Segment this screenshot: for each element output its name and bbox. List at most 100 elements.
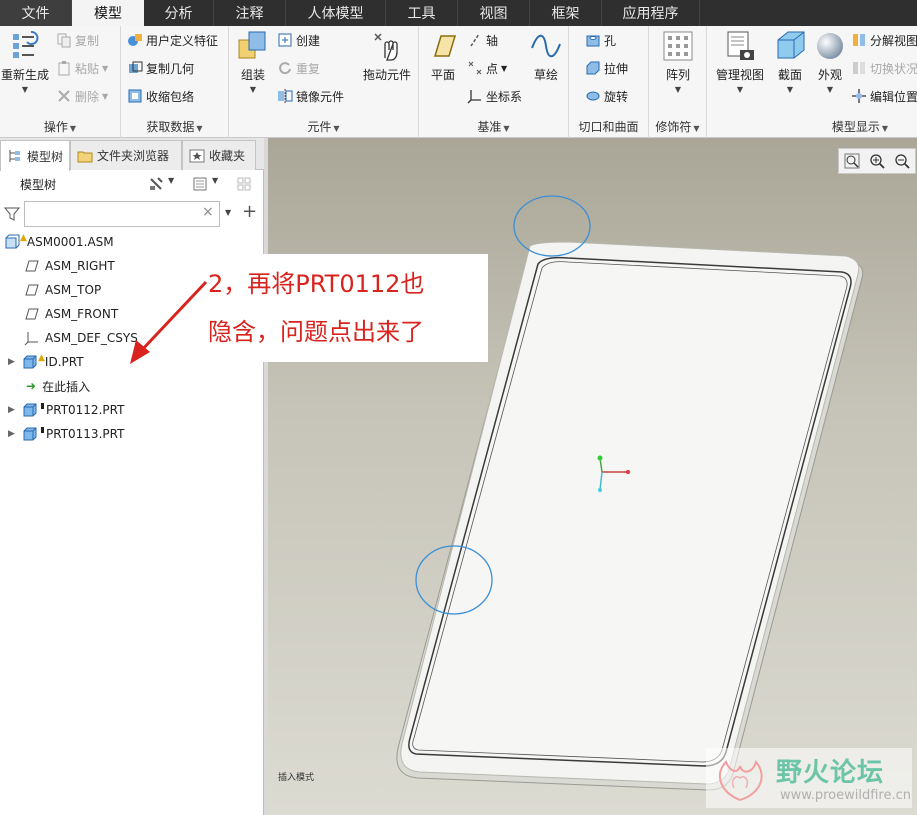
annotation-callout: 2，再将PRT0112也 隐含，问题点出来了 <box>198 254 488 362</box>
explode-view-button[interactable]: 分解视图 <box>851 28 917 52</box>
tab-favorites[interactable]: 收藏夹 <box>182 140 256 170</box>
refit-icon[interactable] <box>844 153 860 169</box>
tree-item-root[interactable]: ▲ ASM0001.ASM <box>4 230 114 254</box>
paste-label: 粘贴 <box>75 61 100 76</box>
group-operations-label[interactable]: 操作 ▼ <box>0 118 120 136</box>
zoom-in-icon[interactable] <box>869 153 885 169</box>
section-label: 截面 <box>777 68 802 82</box>
tab-file[interactable]: 文件 <box>0 0 72 26</box>
tree-item-id-prt[interactable]: ▶ ▲ ID.PRT <box>8 350 84 374</box>
assemble-dropdown-icon[interactable]: ▼ <box>250 85 256 94</box>
tree-item-label: PRT0112.PRT <box>46 403 125 417</box>
shrinkwrap-button[interactable]: 收缩包络 <box>127 84 194 108</box>
manage-views-button[interactable]: 管理视图 ▼ <box>711 30 769 94</box>
tree-item-asm-front[interactable]: ASM_FRONT <box>24 302 118 326</box>
user-defined-feature-button[interactable]: 用户定义特征 <box>127 28 218 52</box>
clear-filter-icon[interactable]: × <box>202 204 214 220</box>
delete-dropdown-icon[interactable]: ▼ <box>102 92 108 101</box>
revolve-label: 旋转 <box>604 89 629 104</box>
tab-human-model[interactable]: 人体模型 <box>286 0 386 26</box>
coordinate-system-icon <box>467 88 483 104</box>
annotation-line-2: 隐含，问题点出来了 <box>208 318 424 346</box>
appearance-dropdown-icon[interactable]: ▼ <box>827 85 833 94</box>
paste-icon <box>56 60 72 76</box>
tree-item-asm-def-csys[interactable]: ASM_DEF_CSYS <box>24 326 138 350</box>
zoom-out-icon[interactable] <box>894 153 910 169</box>
csys-button[interactable]: 坐标系 <box>467 84 522 108</box>
plane-button[interactable]: 平面 <box>423 30 463 83</box>
tab-folder-browser[interactable]: 文件夹浏览器 <box>70 140 182 170</box>
edit-position-button[interactable]: 编辑位置 <box>851 84 917 108</box>
delete-icon <box>56 88 72 104</box>
drag-component-button[interactable]: 拖动元件 <box>359 30 415 83</box>
point-dropdown-icon[interactable]: ▼ <box>501 64 507 73</box>
expand-arrow-icon[interactable]: ▶ <box>8 429 22 439</box>
tab-tools[interactable]: 工具 <box>386 0 458 26</box>
manage-views-dropdown-icon[interactable]: ▼ <box>737 85 743 94</box>
paste-dropdown-icon[interactable]: ▼ <box>102 64 108 73</box>
tree-item-prt0112[interactable]: ▶ PRT0112.PRT <box>8 398 124 422</box>
copy-button[interactable]: 复制 <box>56 28 99 52</box>
pattern-dropdown-icon[interactable]: ▼ <box>675 85 681 94</box>
mirror-component-button[interactable]: 镜像元件 <box>277 84 344 108</box>
pattern-label: 阵列 <box>665 68 690 82</box>
section-dropdown-icon[interactable]: ▼ <box>787 85 793 94</box>
regenerate-icon <box>9 30 41 62</box>
graphics-viewport[interactable]: 插入模式 <box>268 138 917 815</box>
tab-analysis[interactable]: 分析 <box>144 0 214 26</box>
group-component-label[interactable]: 元件 ▼ <box>229 118 418 136</box>
axis-button[interactable]: 轴 <box>467 28 498 52</box>
assemble-button[interactable]: 组装 ▼ <box>233 30 273 94</box>
tree-columns-dropdown-icon[interactable]: ▼ <box>212 176 218 185</box>
tab-view[interactable]: 视图 <box>458 0 530 26</box>
model-view <box>396 195 864 791</box>
tab-applications[interactable]: 应用程序 <box>602 0 700 26</box>
repeat-button[interactable]: 重复 <box>277 56 320 80</box>
appearance-button[interactable]: 外观 ▼ <box>811 30 849 94</box>
paste-button[interactable]: 粘贴 ▼ <box>56 56 108 80</box>
add-filter-icon[interactable]: + <box>242 201 257 222</box>
tab-framework[interactable]: 框架 <box>530 0 602 26</box>
sketch-button[interactable]: 草绘 <box>527 30 565 83</box>
edit-position-label: 编辑位置 <box>870 89 917 104</box>
delete-button[interactable]: 删除 ▼ <box>56 84 108 108</box>
tree-settings-icon[interactable] <box>148 176 164 192</box>
tree-columns-icon[interactable] <box>192 176 208 192</box>
filter-dropdown-icon[interactable]: ▼ <box>225 208 231 217</box>
tab-annotate[interactable]: 注释 <box>214 0 286 26</box>
toggle-state-button[interactable]: 切换状况 <box>851 56 917 80</box>
tree-item-asm-right[interactable]: ASM_RIGHT <box>24 254 115 278</box>
tree-filter-display-icon[interactable] <box>236 176 252 192</box>
tree-item-prt0113[interactable]: ▶ PRT0113.PRT <box>8 422 124 446</box>
regenerate-dropdown-icon[interactable]: ▼ <box>22 85 28 94</box>
suppressed-marker-icon <box>41 403 44 409</box>
pattern-button[interactable]: 阵列 ▼ <box>655 30 701 94</box>
tree-settings-dropdown-icon[interactable]: ▼ <box>168 176 174 185</box>
filter-funnel-icon[interactable] <box>3 206 21 222</box>
menu-bar-fill <box>700 0 917 26</box>
expand-arrow-icon[interactable]: ▶ <box>8 357 22 367</box>
group-modifiers-label[interactable]: 修饰符 ▼ <box>649 118 706 136</box>
mirror-component-icon <box>277 88 293 104</box>
create-button[interactable]: 创建 <box>277 28 320 52</box>
watermark-url: www.proewildfire.cn <box>780 788 911 803</box>
filter-search-input[interactable] <box>24 201 220 227</box>
tab-model[interactable]: 模型 <box>72 0 144 26</box>
extrude-button[interactable]: 拉伸 <box>585 56 628 80</box>
tree-item-asm-top[interactable]: ASM_TOP <box>24 278 101 302</box>
hole-button[interactable]: 孔 <box>585 28 616 52</box>
revolve-button[interactable]: 旋转 <box>585 84 628 108</box>
group-model-display-label[interactable]: 模型显示 ▼ <box>803 118 917 136</box>
section-button[interactable]: 截面 ▼ <box>771 30 809 94</box>
regenerate-label: 重新生成 <box>0 68 49 82</box>
group-get-data-label[interactable]: 获取数据 ▼ <box>121 118 228 136</box>
group-datum-label[interactable]: 基准 ▼ <box>419 118 568 136</box>
appearance-label: 外观 <box>817 68 842 82</box>
expand-arrow-icon[interactable]: ▶ <box>8 405 22 415</box>
point-button[interactable]: 点 ▼ <box>467 56 507 80</box>
tree-item-insert-here[interactable]: ➜ 在此插入 <box>26 374 90 398</box>
tab-model-tree[interactable]: 模型树 <box>0 140 70 171</box>
copy-geometry-button[interactable]: 复制几何 <box>127 56 194 80</box>
regenerate-button[interactable]: 重新生成 ▼ <box>0 30 50 94</box>
appearance-sphere-icon <box>814 30 846 62</box>
